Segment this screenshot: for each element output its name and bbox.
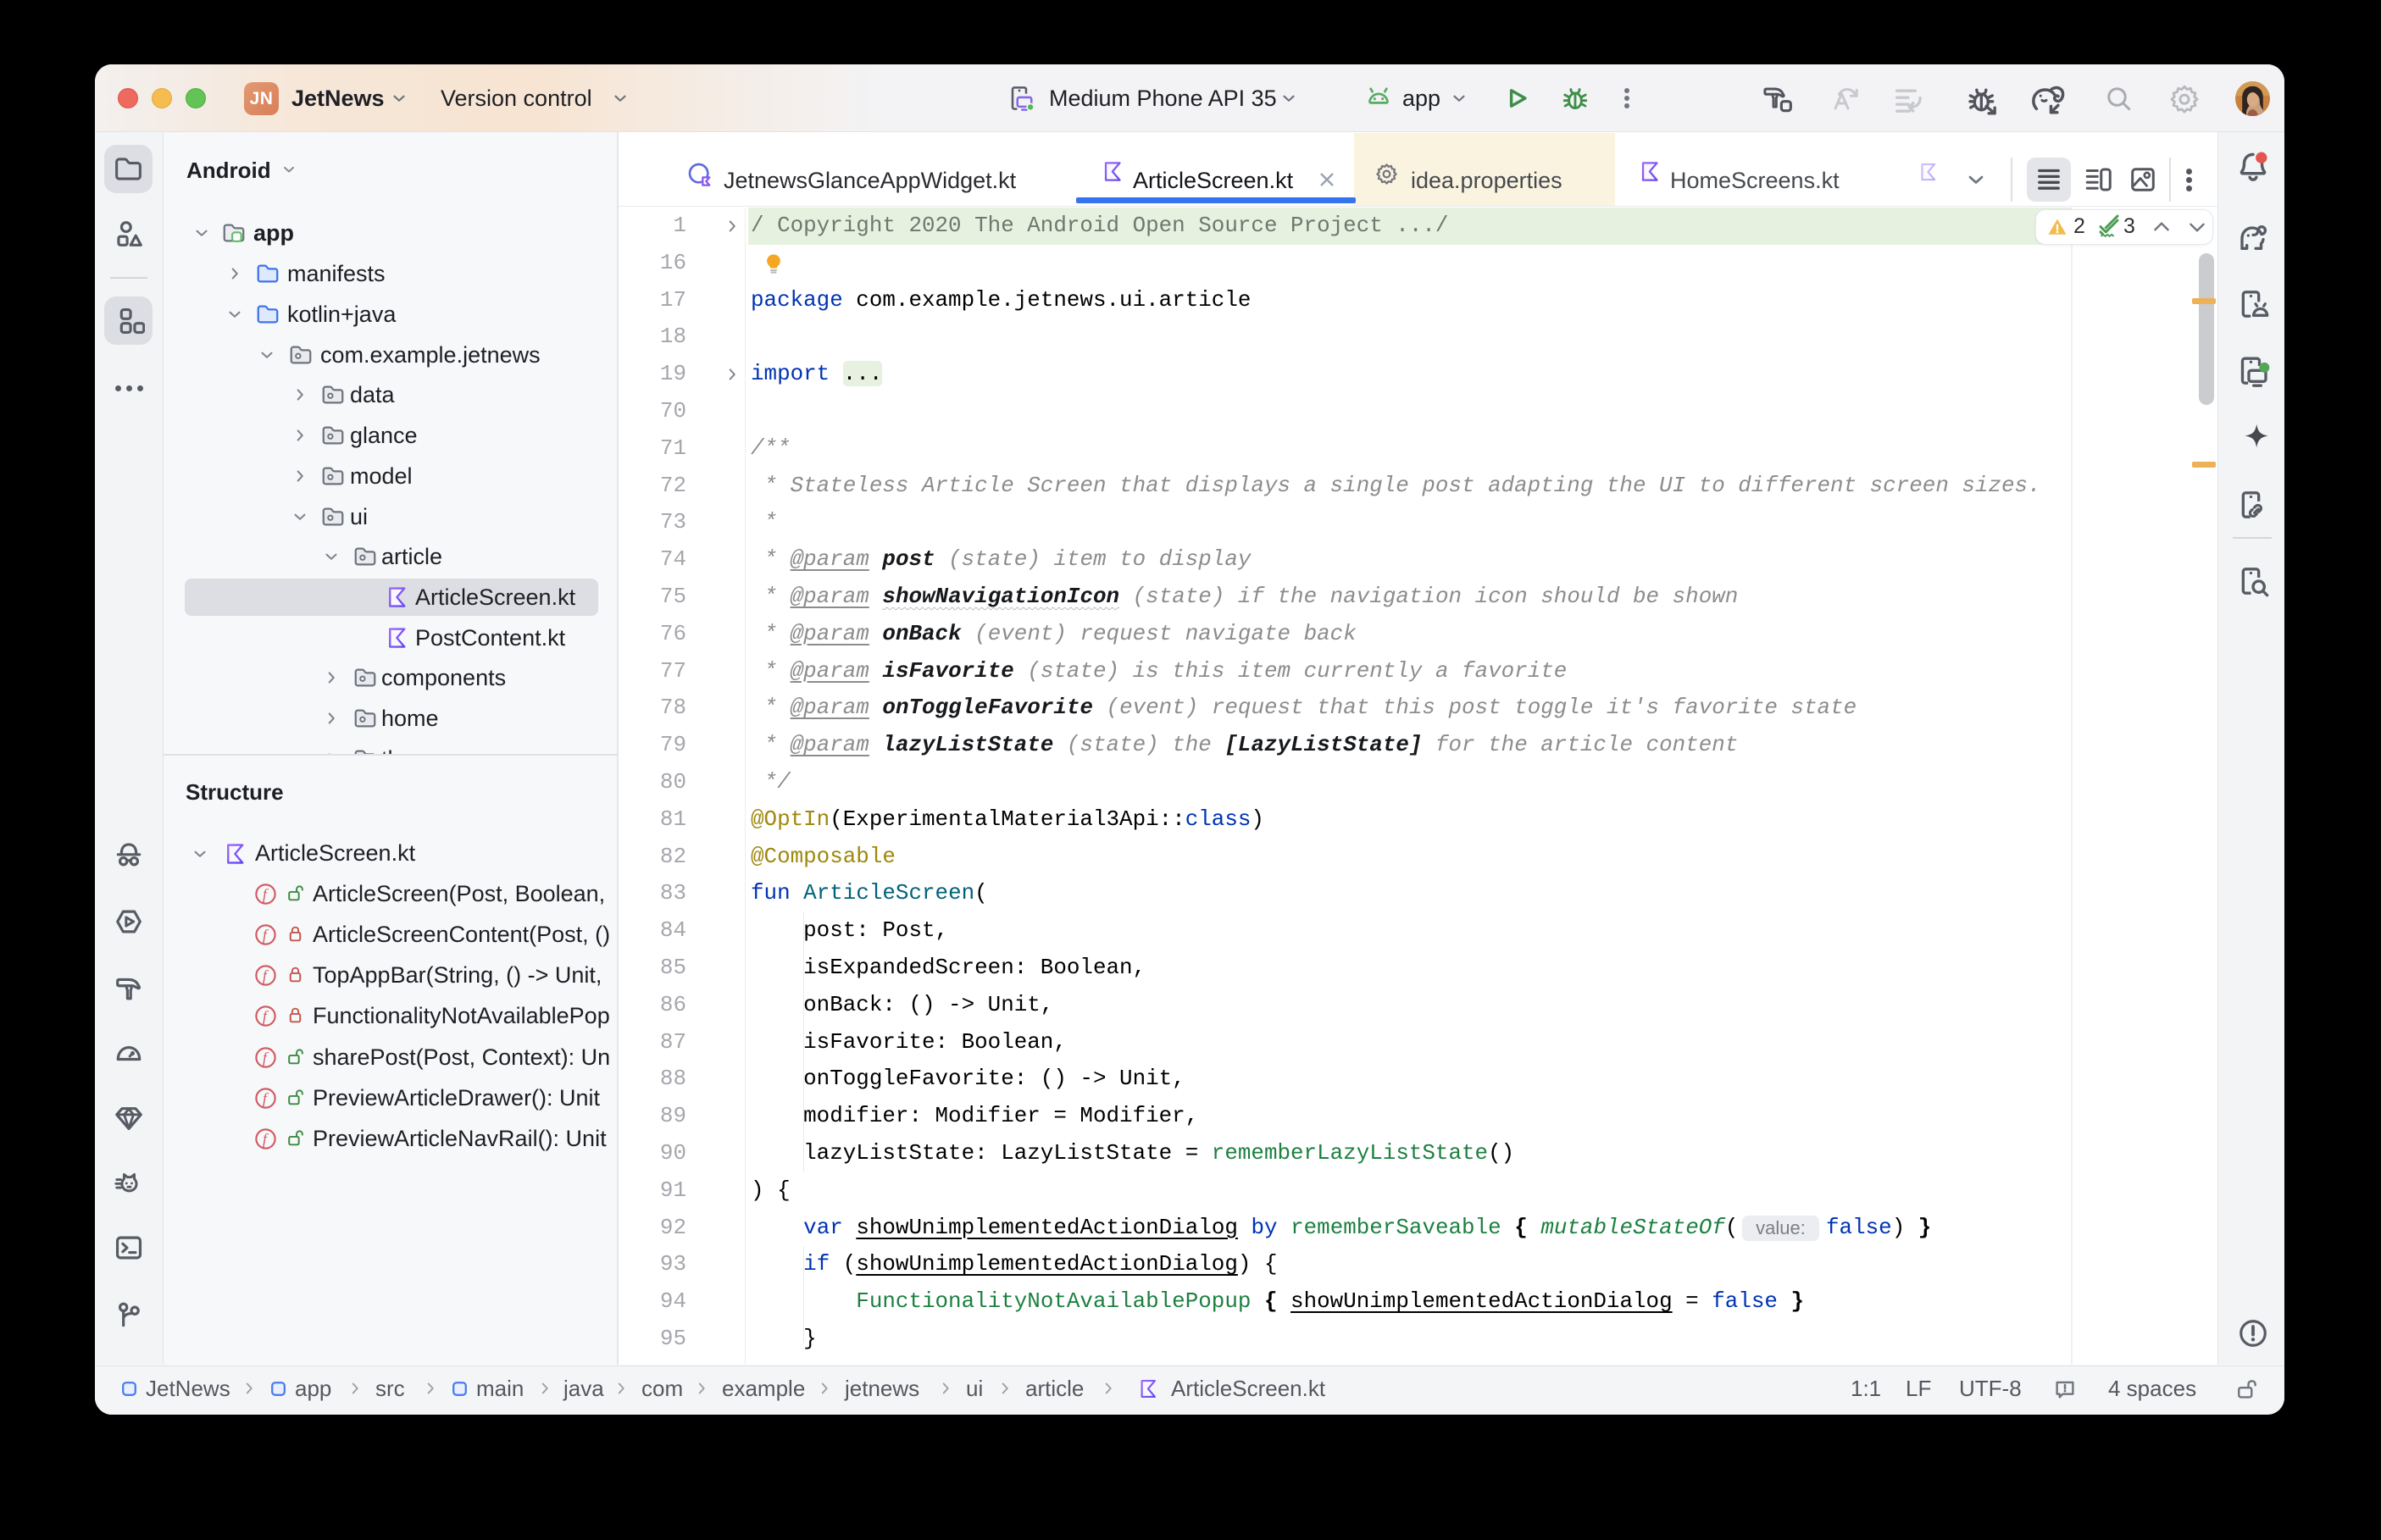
- svg-text:f: f: [263, 1008, 269, 1025]
- svg-text:f: f: [263, 927, 269, 944]
- svg-text:f: f: [263, 967, 269, 984]
- svg-text:f: f: [263, 886, 269, 903]
- svg-text:f: f: [263, 1131, 269, 1148]
- svg-text:f: f: [263, 1050, 269, 1066]
- svg-text:f: f: [263, 1090, 269, 1107]
